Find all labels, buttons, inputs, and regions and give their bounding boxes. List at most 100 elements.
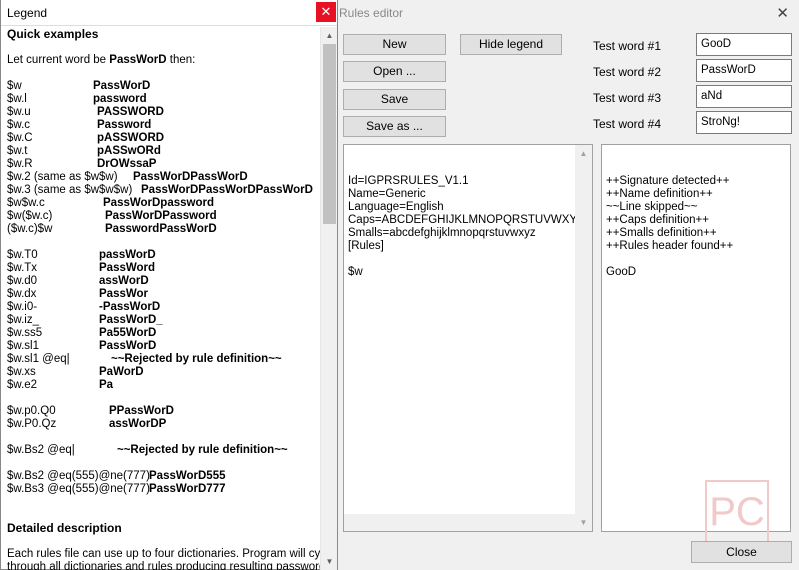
examples-group-3: $w.p0.Q0 PPassWorD $w.P0.Qz assWorDP: [7, 405, 321, 431]
test-word-4-input[interactable]: StroNg!: [696, 111, 792, 134]
editor-close-icon[interactable]: ✕: [776, 4, 789, 22]
example-rule: $w.T0: [7, 249, 38, 261]
examples-group-2: $w.T0 passWorD $w.Tx PassWord $w.d0 assWorD $w…: [7, 249, 321, 392]
example-rule: $w.R: [7, 158, 33, 170]
example-result: ~~Rejected by rule definition~~: [111, 353, 282, 365]
example-row: ($w.c)$w PasswordPassWorD: [7, 223, 321, 236]
example-rule: $w.p0.Q0: [7, 405, 56, 417]
example-result: PaWorD: [99, 366, 144, 378]
example-row: $w.xs PaWorD: [7, 366, 321, 379]
example-result: PassWorDPassword: [105, 210, 217, 222]
example-rule: $w$w.c: [7, 197, 45, 209]
example-result: Pa55WorD: [99, 327, 157, 339]
examples-group-1: $w PassWorD $w.l password $w.u PASSWORD $w.c Pa…: [7, 80, 321, 236]
scroll-up-arrow-icon[interactable]: ▲: [321, 27, 338, 44]
example-row: $w.iz_ PassWorD_: [7, 314, 321, 327]
test-word-label: Test word #2: [593, 65, 662, 79]
example-rule: $w.Bs2 @eq(555)@ne(777): [7, 470, 150, 482]
rules-text: Id=IGPRSRULES_V1.1 Name=Generic Language…: [348, 175, 585, 278]
example-result: Pa: [99, 379, 114, 391]
scroll-thumb[interactable]: [323, 44, 336, 224]
example-result: passWorD: [99, 249, 156, 261]
example-result: PassWorDPassWorDPassWorD: [141, 184, 313, 196]
test-word-label: Test word #4: [593, 117, 662, 131]
test-word-3-input[interactable]: aNd: [696, 85, 792, 108]
example-result: PassWord: [99, 262, 156, 274]
save-as-button[interactable]: Save as ...: [343, 116, 446, 137]
scroll-down-arrow-icon[interactable]: ▼: [321, 553, 338, 570]
example-rule: $w.2 (same as $w$w): [7, 171, 118, 183]
example-rule: $w: [7, 80, 22, 92]
example-result: PassWor: [99, 288, 149, 300]
example-result: PassWorD777: [149, 483, 226, 495]
rules-scrollbar[interactable]: ▲ ▼: [575, 145, 592, 531]
example-row: $w.t pASSwORd: [7, 145, 321, 158]
detailed-description-heading: Detailed description: [7, 521, 122, 535]
example-rule: $w.xs: [7, 366, 36, 378]
example-row: $w$w.c PassWorDpassword: [7, 197, 321, 210]
example-result: ~~Rejected by rule definition~~: [117, 444, 288, 456]
hide-legend-button[interactable]: Hide legend: [460, 34, 562, 55]
example-rule: $w.3 (same as $w$w$w): [7, 184, 133, 196]
intro-text: Let current word be PassWorD then:: [7, 54, 196, 66]
rules-editor-window: Rules editor ✕ New Open ... Save Save as…: [339, 0, 799, 570]
example-result: PassWorD: [93, 80, 151, 92]
example-row: $w.ss5 Pa55WorD: [7, 327, 321, 340]
legend-content: Quick examples Let current word be PassW…: [1, 27, 321, 570]
example-rule: $w.u: [7, 106, 31, 118]
example-result: PassWorDPassWorD: [133, 171, 248, 183]
example-row: $w.e2 Pa: [7, 379, 321, 392]
example-result: PPassWorD: [109, 405, 174, 417]
output-textarea: ++Signature detected++ ++Name definition…: [601, 144, 791, 532]
examples-group-5: $w.Bs2 @eq(555)@ne(777) PassWorD555 $w.Bs3…: [7, 470, 321, 496]
scroll-down-arrow-icon[interactable]: ▼: [575, 514, 592, 531]
example-rule: $w.iz_: [7, 314, 39, 326]
example-row: $w.R DrOWssaP: [7, 158, 321, 171]
example-row: $w.d0 assWorD: [7, 275, 321, 288]
example-rule: $w.Bs3 @eq(555)@ne(777): [7, 483, 150, 495]
description-line: Each rules file can use up to four dicti…: [7, 548, 321, 560]
legend-title: Legend: [7, 6, 48, 20]
example-row: $w($w.c) PassWorDPassword: [7, 210, 321, 223]
example-result: pASSwORd: [97, 145, 161, 157]
scroll-up-arrow-icon[interactable]: ▲: [575, 145, 592, 162]
example-row: $w.2 (same as $w$w) PassWorDPassWorD: [7, 171, 321, 184]
rules-horizontal-scrollbar[interactable]: [344, 514, 575, 531]
save-button[interactable]: Save: [343, 89, 446, 110]
example-result: pASSWORD: [97, 132, 165, 144]
example-rule: $w.sl1 @eq|: [7, 353, 70, 365]
example-rule: $w.dx: [7, 288, 37, 300]
example-rule: $w.Bs2 @eq|: [7, 444, 75, 456]
example-row: $w.3 (same as $w$w$w) PassWorDPassWorDPas…: [7, 184, 321, 197]
example-row: $w.C pASSWORD: [7, 132, 321, 145]
examples-group-4: $w.Bs2 @eq| ~~Rejected by rule definition…: [7, 444, 321, 457]
example-rule: $w.l: [7, 93, 27, 105]
example-row: $w.P0.Qz assWorDP: [7, 418, 321, 431]
new-button[interactable]: New: [343, 34, 446, 55]
legend-scrollbar[interactable]: ▲ ▼: [320, 27, 337, 570]
example-result: PassWorD_: [99, 314, 163, 326]
example-row: $w.Bs2 @eq| ~~Rejected by rule definition…: [7, 444, 321, 457]
example-row: $w.Bs3 @eq(555)@ne(777) PassWorD777: [7, 483, 321, 496]
example-row: $w.Tx PassWord: [7, 262, 321, 275]
watermark-logo-icon: PC: [705, 480, 769, 544]
test-word-1-input[interactable]: GooD: [696, 33, 792, 56]
example-result: assWorDP: [109, 418, 167, 430]
open-button[interactable]: Open ...: [343, 61, 446, 82]
example-rule: $w.c: [7, 119, 31, 131]
close-button[interactable]: Close: [691, 541, 792, 563]
example-row: $w.c Password: [7, 119, 321, 132]
test-word-2-input[interactable]: PassWorD: [696, 59, 792, 82]
example-row: $w PassWorD: [7, 80, 321, 93]
example-result: PassWorD: [99, 340, 157, 352]
example-rule: $w.sl1: [7, 340, 39, 352]
example-rule: $w($w.c): [7, 210, 53, 222]
example-row: $w.sl1 @eq| ~~Rejected by rule definition…: [7, 353, 321, 366]
legend-window: Legend ✕ Quick examples Let current word…: [0, 0, 338, 570]
output-text: ++Signature detected++ ++Name definition…: [606, 175, 734, 278]
example-row: $w.p0.Q0 PPassWorD: [7, 405, 321, 418]
example-row: $w.l password: [7, 93, 321, 106]
rules-textarea[interactable]: Id=IGPRSRULES_V1.1 Name=Generic Language…: [343, 144, 593, 532]
legend-close-button[interactable]: ✕: [316, 2, 336, 22]
example-result: PASSWORD: [97, 106, 164, 118]
